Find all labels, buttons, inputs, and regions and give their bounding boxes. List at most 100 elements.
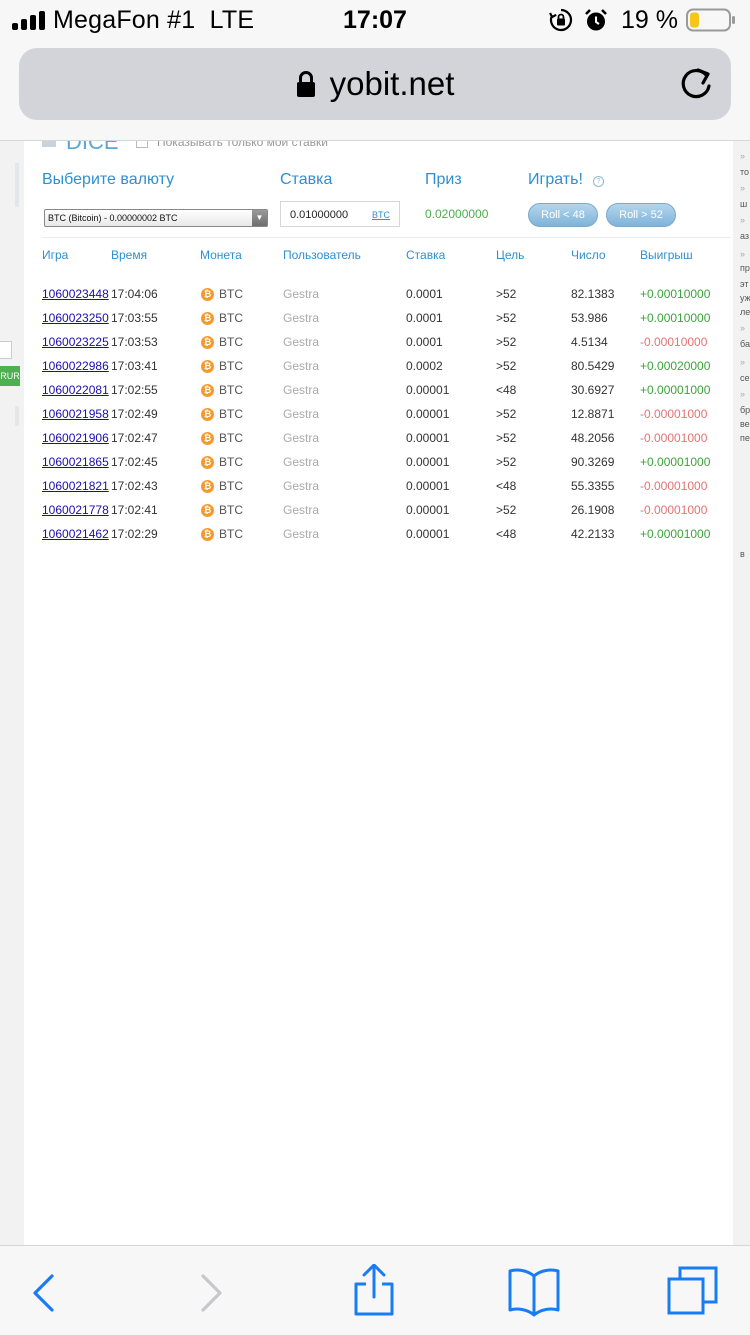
left-divider — [15, 406, 19, 426]
coin-cell: ₿ BTC — [201, 334, 243, 350]
game-id-link[interactable]: 1060022986 — [42, 358, 109, 374]
game-id-link[interactable]: 1060023225 — [42, 334, 109, 350]
user-name: Gestra — [283, 527, 320, 541]
bet-target: >52 — [496, 503, 517, 517]
currency-select-value: BTC (Bitcoin) - 0.00000002 BTC — [48, 213, 178, 223]
coin-name: BTC — [219, 287, 243, 301]
table-row: 1060021778 17:02:41 ₿ BTC Gestra 0.00001 … — [24, 498, 733, 522]
game-id-link[interactable]: 1060021865 — [42, 454, 109, 470]
game-id-link[interactable]: 1060022081 — [42, 382, 109, 398]
rolled-number: 42.2133 — [571, 527, 615, 541]
win-amount: +0.00001000 — [640, 455, 711, 469]
roll-over-button[interactable]: Roll > 52 — [606, 203, 676, 227]
address-bar[interactable]: yobit.net — [19, 48, 731, 120]
coin-name: BTC — [219, 383, 243, 397]
left-page-strip: RUR — [0, 141, 24, 1111]
right-strip-text: то — [740, 167, 750, 177]
status-bar: MegaFon #1 LTE 17:07 19 % — [0, 0, 750, 40]
col-header-time: Время — [111, 248, 148, 262]
col-header-coin: Монета — [200, 248, 242, 262]
tabs-icon[interactable] — [666, 1264, 720, 1320]
bet-amount: 0.00001 — [406, 479, 450, 493]
left-checkbox[interactable] — [0, 341, 12, 359]
bet-time: 17:02:49 — [111, 407, 158, 421]
rolled-number: 90.3269 — [571, 455, 615, 469]
bet-amount-value: 0.01000000 — [290, 209, 349, 221]
only-my-bets-checkbox[interactable] — [136, 141, 148, 148]
coin-name: BTC — [219, 335, 243, 349]
right-strip-marker: » — [740, 357, 746, 367]
roll-under-button[interactable]: Roll < 48 — [528, 203, 598, 227]
url-text: yobit.net — [329, 65, 455, 102]
bet-currency-link[interactable]: BTC — [372, 202, 390, 228]
win-amount: +0.00010000 — [640, 311, 711, 325]
bet-time: 17:02:47 — [111, 431, 158, 445]
currency-select[interactable]: BTC (Bitcoin) - 0.00000002 BTC ▼ — [44, 209, 268, 227]
share-icon[interactable] — [352, 1264, 396, 1320]
coin-cell: ₿ BTC — [201, 526, 243, 542]
right-strip-marker: » — [740, 389, 746, 399]
right-strip-text: аз — [740, 231, 750, 241]
only-my-bets-toggle[interactable]: Показывать только мои ставки — [136, 141, 328, 149]
dice-title-text: DICE — [66, 141, 119, 154]
coin-cell: ₿ BTC — [201, 310, 243, 326]
bitcoin-icon: ₿ — [201, 503, 214, 517]
bet-amount: 0.0001 — [406, 311, 443, 325]
address-center: yobit.net — [19, 48, 731, 120]
table-row: 1060021462 17:02:29 ₿ BTC Gestra 0.00001 … — [24, 522, 733, 546]
right-strip-text: пр — [740, 263, 750, 273]
table-row: 1060021821 17:02:43 ₿ BTC Gestra 0.00001 … — [24, 474, 733, 498]
bitcoin-icon: ₿ — [201, 383, 214, 397]
rolled-number: 4.5134 — [571, 335, 608, 349]
game-id-link[interactable]: 1060021778 — [42, 502, 109, 518]
help-icon[interactable]: ? — [593, 176, 604, 187]
header-divider — [42, 237, 731, 238]
user-name: Gestra — [283, 359, 320, 373]
user-name: Gestra — [283, 479, 320, 493]
bet-amount: 0.00001 — [406, 431, 450, 445]
battery-percent: 19 % — [621, 5, 678, 34]
right-strip-text: ве — [740, 419, 750, 429]
right-strip-text: ба — [740, 339, 750, 349]
right-strip-text: се — [740, 373, 750, 383]
bet-target: <48 — [496, 527, 517, 541]
win-amount: +0.00010000 — [640, 287, 711, 301]
bet-amount: 0.00001 — [406, 503, 450, 517]
col-header-bet: Ставка — [406, 248, 446, 262]
back-chevron-icon[interactable] — [30, 1264, 56, 1320]
bet-amount-input[interactable]: 0.01000000 BTC — [280, 201, 400, 227]
coin-name: BTC — [219, 407, 243, 421]
right-strip-text: уж — [740, 293, 750, 303]
coin-name: BTC — [219, 479, 243, 493]
coin-cell: ₿ BTC — [201, 478, 243, 494]
game-id-link[interactable]: 1060021958 — [42, 406, 109, 422]
bet-target: >52 — [496, 287, 517, 301]
bet-time: 17:02:45 — [111, 455, 158, 469]
dropdown-arrow-icon[interactable]: ▼ — [252, 210, 267, 226]
bet-amount: 0.00001 — [406, 407, 450, 421]
bet-amount: 0.00001 — [406, 455, 450, 469]
win-amount: +0.00020000 — [640, 359, 711, 373]
user-name: Gestra — [283, 335, 320, 349]
bet-amount: 0.00001 — [406, 527, 450, 541]
bitcoin-icon: ₿ — [201, 407, 214, 421]
dice-title: DICE — [42, 141, 119, 155]
game-id-link[interactable]: 1060021821 — [42, 478, 109, 494]
table-row: 1060023225 17:03:53 ₿ BTC Gestra 0.0001 >… — [24, 330, 733, 354]
table-row: 1060021906 17:02:47 ₿ BTC Gestra 0.00001 … — [24, 426, 733, 450]
web-viewport[interactable]: RUR DICE Показывать только мои ставки Вы… — [0, 141, 750, 1245]
rolled-number: 82.1383 — [571, 287, 615, 301]
reload-icon[interactable] — [679, 66, 713, 102]
game-id-link[interactable]: 1060023448 — [42, 286, 109, 302]
rur-badge[interactable]: RUR — [0, 366, 20, 386]
table-row: 1060023448 17:04:06 ₿ BTC Gestra 0.0001 >… — [24, 282, 733, 306]
bet-amount: 0.0001 — [406, 335, 443, 349]
game-id-link[interactable]: 1060021462 — [42, 526, 109, 542]
forward-chevron-icon[interactable] — [199, 1264, 225, 1320]
win-amount: +0.00001000 — [640, 527, 711, 541]
currency-label: Выберите валюту — [42, 171, 175, 188]
lock-icon — [296, 71, 315, 97]
game-id-link[interactable]: 1060021906 — [42, 430, 109, 446]
bookmarks-icon[interactable] — [507, 1264, 561, 1320]
game-id-link[interactable]: 1060023250 — [42, 310, 109, 326]
